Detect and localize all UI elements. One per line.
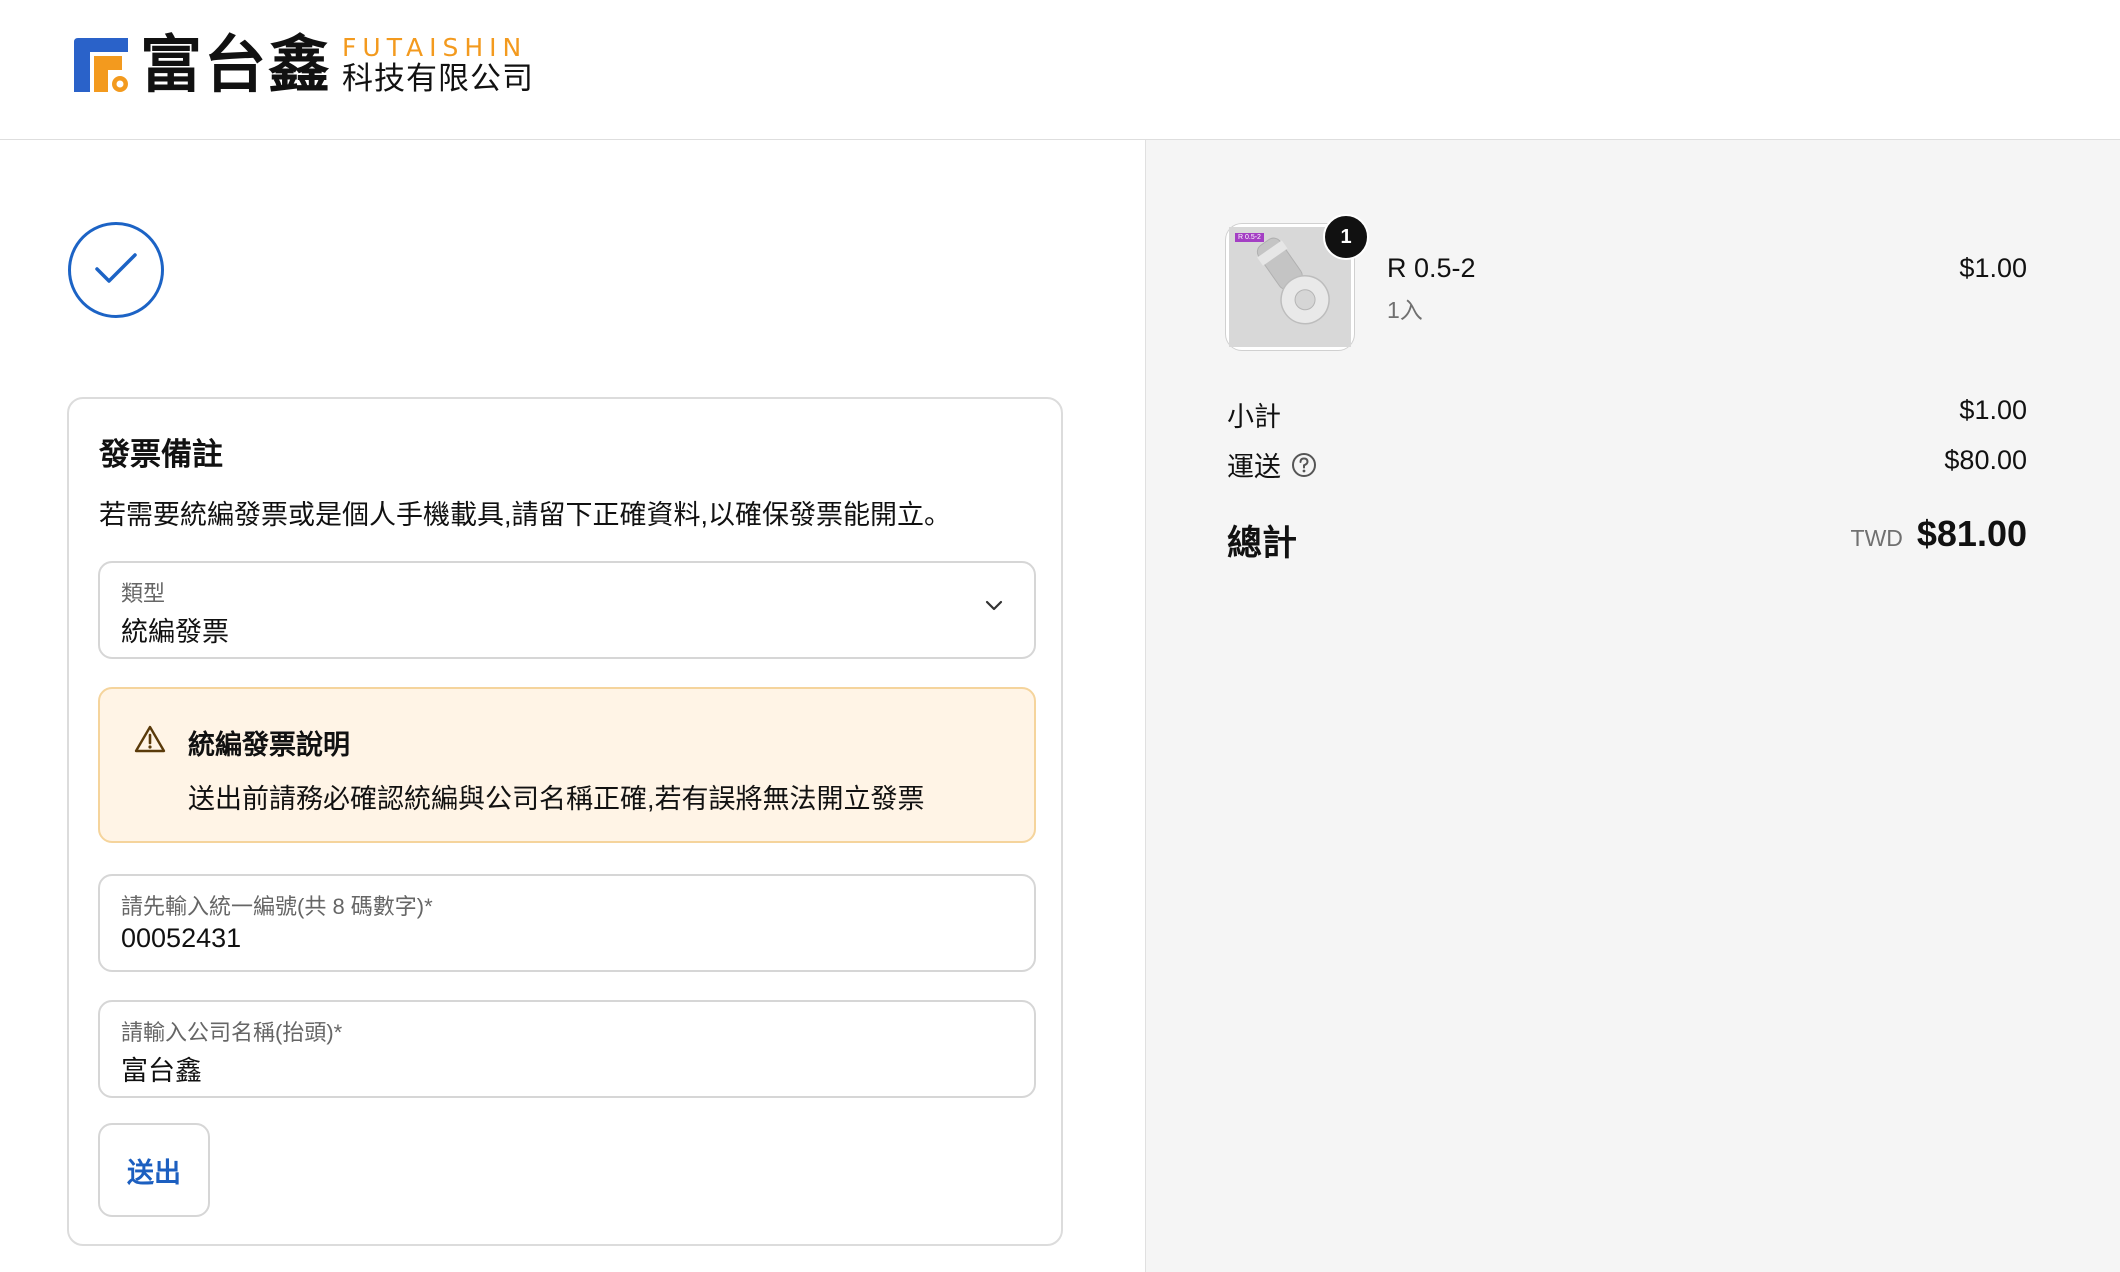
total-amount: TWD $81.00 bbox=[1851, 513, 2027, 555]
invoice-card-title: 發票備註 bbox=[99, 437, 223, 472]
invoice-type-value: 統編發票 bbox=[121, 617, 229, 647]
tax-id-label: 請先輸入統一編號(共 8 碼數字)* bbox=[121, 894, 433, 919]
tax-id-field[interactable]: 請先輸入統一編號(共 8 碼數字)* 00052431 bbox=[98, 874, 1036, 972]
tax-id-value[interactable]: 00052431 bbox=[121, 923, 241, 954]
logo-english-name: FUTAISHIN bbox=[342, 33, 528, 62]
company-logo[interactable]: 富台鑫 FUTAISHIN 科技有限公司 bbox=[70, 34, 534, 96]
chevron-down-icon bbox=[984, 599, 1004, 618]
logo-chinese-name: 富台鑫 bbox=[140, 28, 333, 101]
success-check-icon bbox=[68, 222, 164, 318]
help-circle-icon[interactable] bbox=[1291, 452, 1317, 485]
product-price: $1.00 bbox=[1959, 253, 2027, 283]
invoice-notice-banner: 統編發票說明 送出前請務必確認統編與公司名稱正確,若有誤將無法開立發票 bbox=[98, 687, 1036, 843]
total-label: 總計 bbox=[1227, 524, 1298, 563]
shipping-value: $80.00 bbox=[1944, 445, 2027, 475]
shipping-label: 運送 bbox=[1227, 452, 1281, 482]
company-name-label: 請輸入公司名稱(抬頭)* bbox=[121, 1020, 343, 1045]
logo-company-suffix: 科技有限公司 bbox=[342, 61, 535, 97]
invoice-type-label: 類型 bbox=[121, 581, 166, 606]
notice-title: 統編發票說明 bbox=[188, 730, 350, 760]
logo-mark-icon bbox=[70, 34, 132, 96]
subtotal-value: $1.00 bbox=[1959, 395, 2027, 425]
notice-text: 送出前請務必確認統編與公司名稱正確,若有誤將無法開立發票 bbox=[188, 784, 925, 814]
invoice-note-card: 發票備註 若需要統編發票或是個人手機載具,請留下正確資料,以確保發票能開立。 類… bbox=[67, 397, 1063, 1246]
quantity-badge: 1 bbox=[1323, 214, 1369, 260]
submit-button[interactable]: 送出 bbox=[98, 1123, 210, 1217]
warning-icon bbox=[134, 724, 166, 759]
subtotal-label: 小計 bbox=[1227, 402, 1281, 432]
company-name-value[interactable]: 富台鑫 bbox=[121, 1049, 202, 1088]
product-variant: 1入 bbox=[1387, 297, 1423, 323]
invoice-type-select[interactable]: 類型 統編發票 bbox=[98, 561, 1036, 659]
product-image-tag: R 0.5-2 bbox=[1235, 233, 1264, 242]
total-currency: TWD bbox=[1850, 525, 1903, 551]
shipping-row: 運送 bbox=[1227, 445, 1317, 485]
invoice-card-description: 若需要統編發票或是個人手機載具,請留下正確資料,以確保發票能開立。 bbox=[99, 500, 952, 530]
order-summary-panel: R 0.5-2 bbox=[1145, 140, 2120, 1272]
product-name: R 0.5-2 bbox=[1387, 253, 1476, 283]
total-value: $81.00 bbox=[1916, 513, 2027, 554]
company-name-field[interactable]: 請輸入公司名稱(抬頭)* 富台鑫 bbox=[98, 1000, 1036, 1098]
header: 富台鑫 FUTAISHIN 科技有限公司 bbox=[0, 0, 2120, 140]
